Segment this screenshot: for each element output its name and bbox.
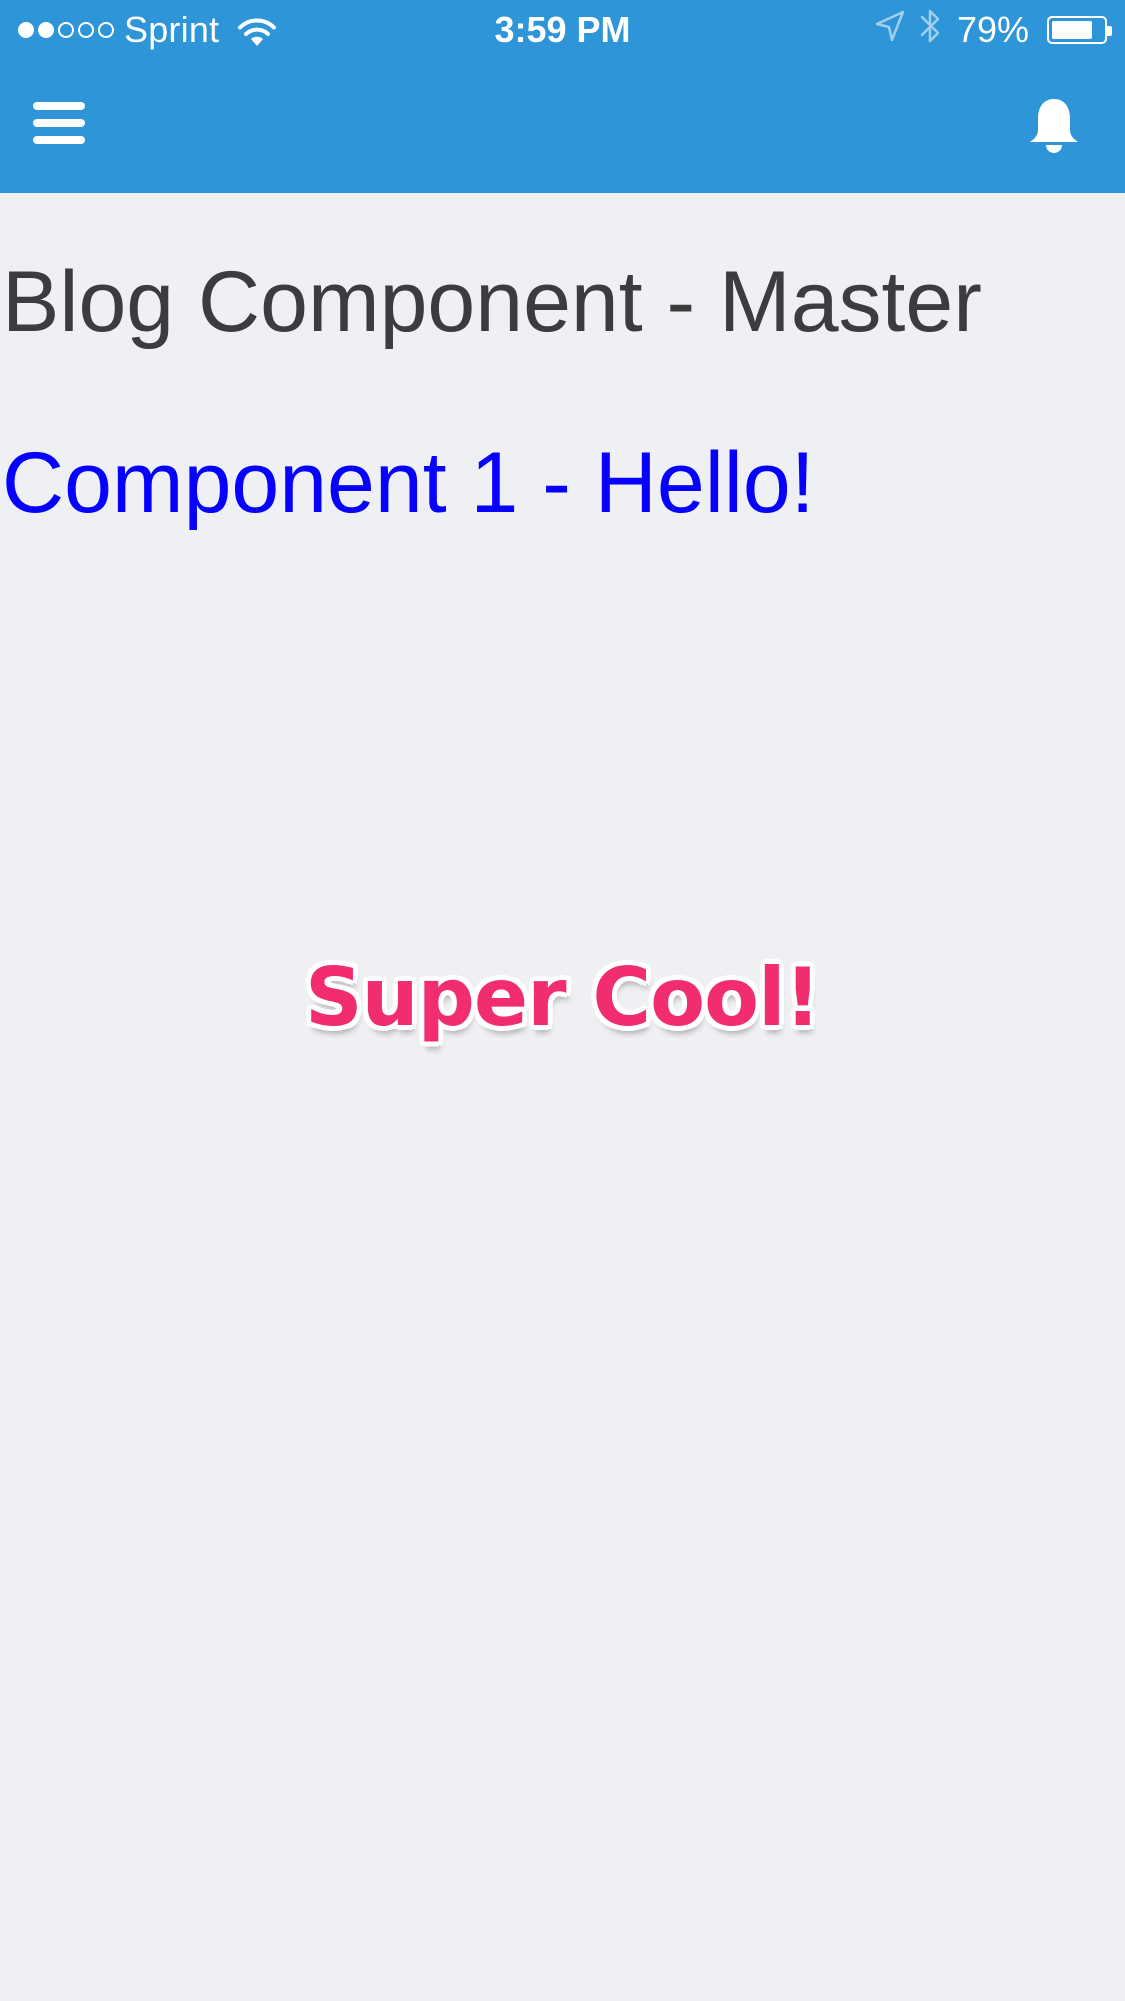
battery-percentage: 79% <box>956 9 1029 50</box>
nav-bar <box>0 60 1125 193</box>
component-heading: Component 1 - Hello! <box>2 435 815 531</box>
hamburger-menu-icon <box>31 99 87 152</box>
battery-icon <box>1047 16 1112 44</box>
page-title: Blog Component - Master <box>2 254 982 350</box>
battery-level-fill <box>1052 21 1092 39</box>
notifications-button[interactable] <box>1019 90 1089 164</box>
bell-icon <box>1026 96 1082 159</box>
bluetooth-icon <box>919 7 943 54</box>
menu-button[interactable] <box>22 90 96 160</box>
super-cool-sticker: Super Cool! <box>305 951 821 1044</box>
status-bar: Sprint 3:59 PM 79% <box>0 0 1125 60</box>
status-right: 79% <box>875 7 1112 54</box>
location-arrow-icon <box>875 9 905 51</box>
battery-tip <box>1107 26 1112 36</box>
app-header: Sprint 3:59 PM 79% <box>0 0 1125 193</box>
